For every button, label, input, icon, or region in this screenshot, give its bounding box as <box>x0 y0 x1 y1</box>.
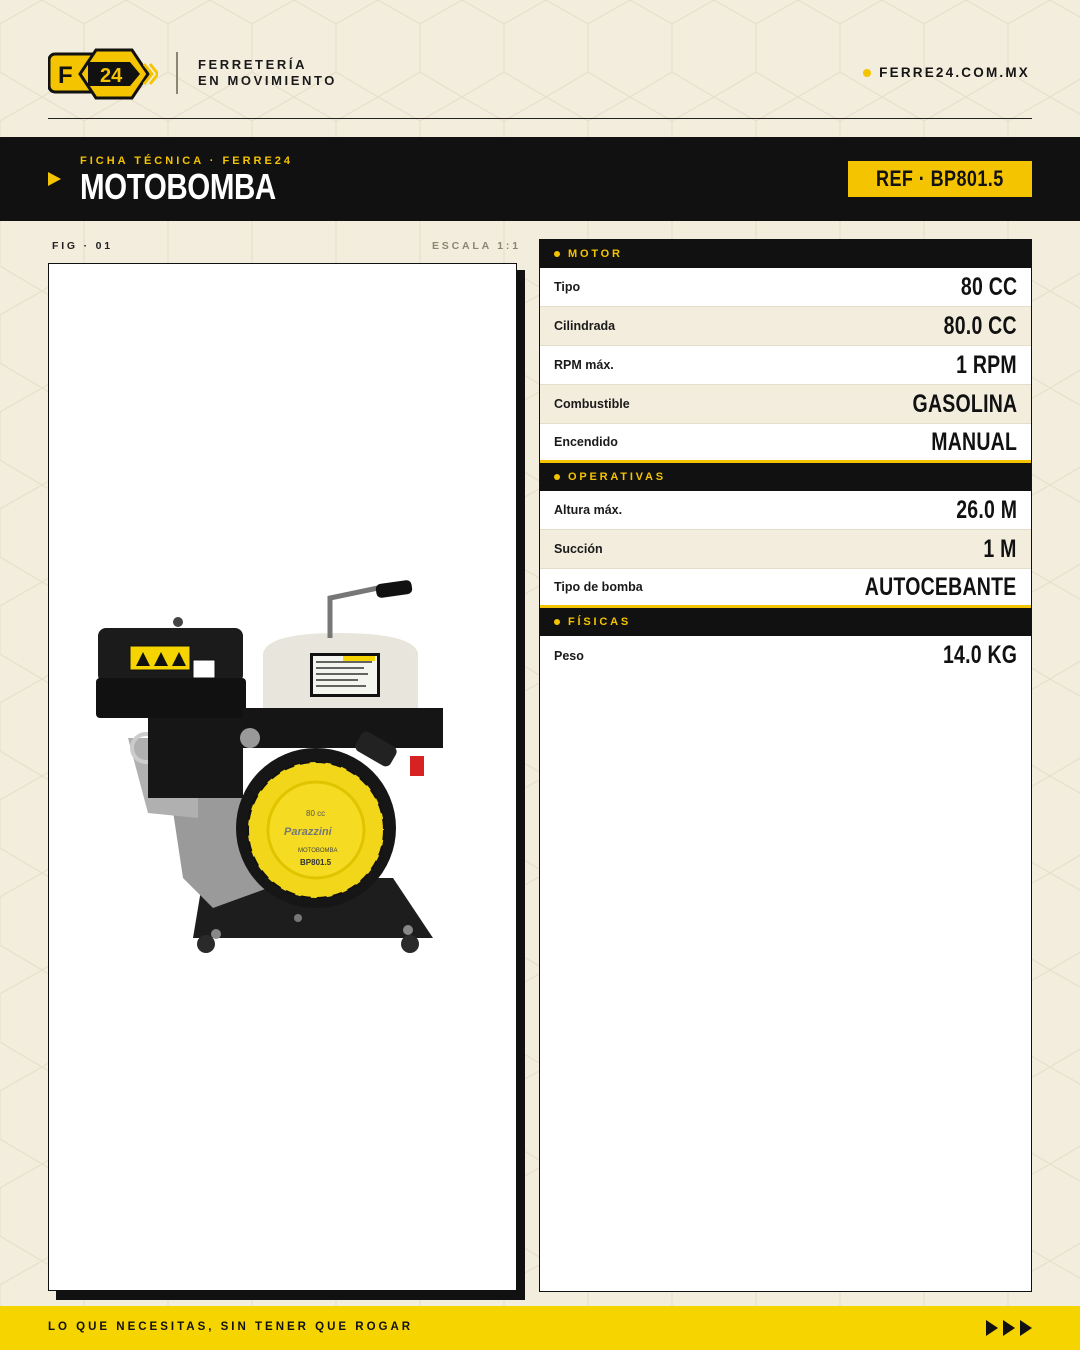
spec-value: 14.0 KG <box>942 641 1017 669</box>
bullet-dot-icon <box>863 68 872 77</box>
spec-label: Combustible <box>554 397 630 411</box>
logo-letter: F <box>58 62 73 89</box>
spec-row-combustible: Combustible GASOLINA <box>540 385 1031 424</box>
spec-value: 26.0 M <box>955 495 1017 524</box>
spec-label: Altura máx. <box>554 503 623 517</box>
spec-row-succion: Succión 1 M <box>540 530 1031 569</box>
spec-label: Peso <box>554 648 584 663</box>
spec-label: Tipo de bomba <box>554 580 643 594</box>
spec-row-tipo: Tipo 80 CC <box>540 268 1031 307</box>
logo-number: 24 <box>100 65 123 87</box>
spec-value: AUTOCEBANTE <box>865 572 1017 601</box>
bullet-dot-icon <box>554 474 560 480</box>
footer-slogan: LO QUE NECESITAS, SIN TENER QUE ROGAR <box>48 1321 414 1333</box>
spec-row-peso: Peso 14.0 KG <box>540 636 1031 675</box>
triple-arrow-icon <box>986 1320 1032 1336</box>
section-header-motor: MOTOR <box>540 240 1031 268</box>
arrow-right-icon <box>48 172 61 186</box>
specs-panel: MOTOR Tipo 80 CC Cilindrada 80.0 CC RPM … <box>539 239 1032 1292</box>
section-header-operativas: OPERATIVAS <box>540 463 1031 491</box>
section-header-fisicas: FÍSICAS <box>540 608 1031 636</box>
spec-value: 80 CC <box>960 272 1017 301</box>
ferre24-logo[interactable]: F 24 <box>48 42 158 106</box>
bullet-dot-icon <box>554 619 560 625</box>
bullet-dot-icon <box>554 251 560 257</box>
figure-scale: ESCALA 1:1 <box>432 240 521 252</box>
figure-label: FIG · 01 <box>52 240 113 252</box>
spec-label: Tipo <box>554 280 581 294</box>
section-title-operativas: OPERATIVAS <box>568 471 666 483</box>
spec-value: 80.0 CC <box>943 311 1017 340</box>
spec-value: 1 RPM <box>956 350 1017 379</box>
tagline-line-1: FERRETERÍA <box>198 57 308 72</box>
spec-label: Cilindrada <box>554 319 616 333</box>
header-divider <box>176 52 178 94</box>
plate-brand: Parazzini <box>284 826 333 838</box>
spec-value: MANUAL <box>931 427 1017 456</box>
reference-text: REF · BP801.5 <box>876 166 1004 191</box>
plate-model: BP801.5 <box>300 858 332 867</box>
spec-row-cilindrada: Cilindrada 80.0 CC <box>540 307 1031 346</box>
spec-row-encendido: Encendido MANUAL <box>540 424 1031 463</box>
page-title: MOTOBOMBA <box>80 166 276 207</box>
spec-value: GASOLINA <box>912 389 1017 418</box>
reference-badge: REF · BP801.5 <box>848 161 1032 197</box>
header-rule <box>48 118 1032 119</box>
website-link[interactable]: FERRE24.COM.MX <box>863 65 1030 80</box>
motobomba-product-image: 80 cc Parazzini MOTOBOMBA BP801.5 <box>96 580 443 953</box>
website-text: FERRE24.COM.MX <box>879 65 1030 80</box>
spec-value: 1 M <box>983 534 1017 563</box>
spec-label: Encendido <box>554 435 618 449</box>
spec-row-tipo-bomba: Tipo de bomba AUTOCEBANTE <box>540 569 1031 608</box>
section-title-motor: MOTOR <box>568 248 623 260</box>
plate-model-name: MOTOBOMBA <box>298 848 338 854</box>
tagline-line-2: EN MOVIMIENTO <box>198 73 338 88</box>
spec-row-altura: Altura máx. 26.0 M <box>540 491 1031 530</box>
brand-tagline: FERRETERÍA EN MOVIMIENTO <box>198 57 337 89</box>
spec-label: RPM máx. <box>554 358 614 372</box>
section-title-fisicas: FÍSICAS <box>568 616 631 628</box>
plate-cc: 80 cc <box>306 809 325 818</box>
spec-row-rpm: RPM máx. 1 RPM <box>540 346 1031 385</box>
spec-label: Succión <box>554 542 603 556</box>
